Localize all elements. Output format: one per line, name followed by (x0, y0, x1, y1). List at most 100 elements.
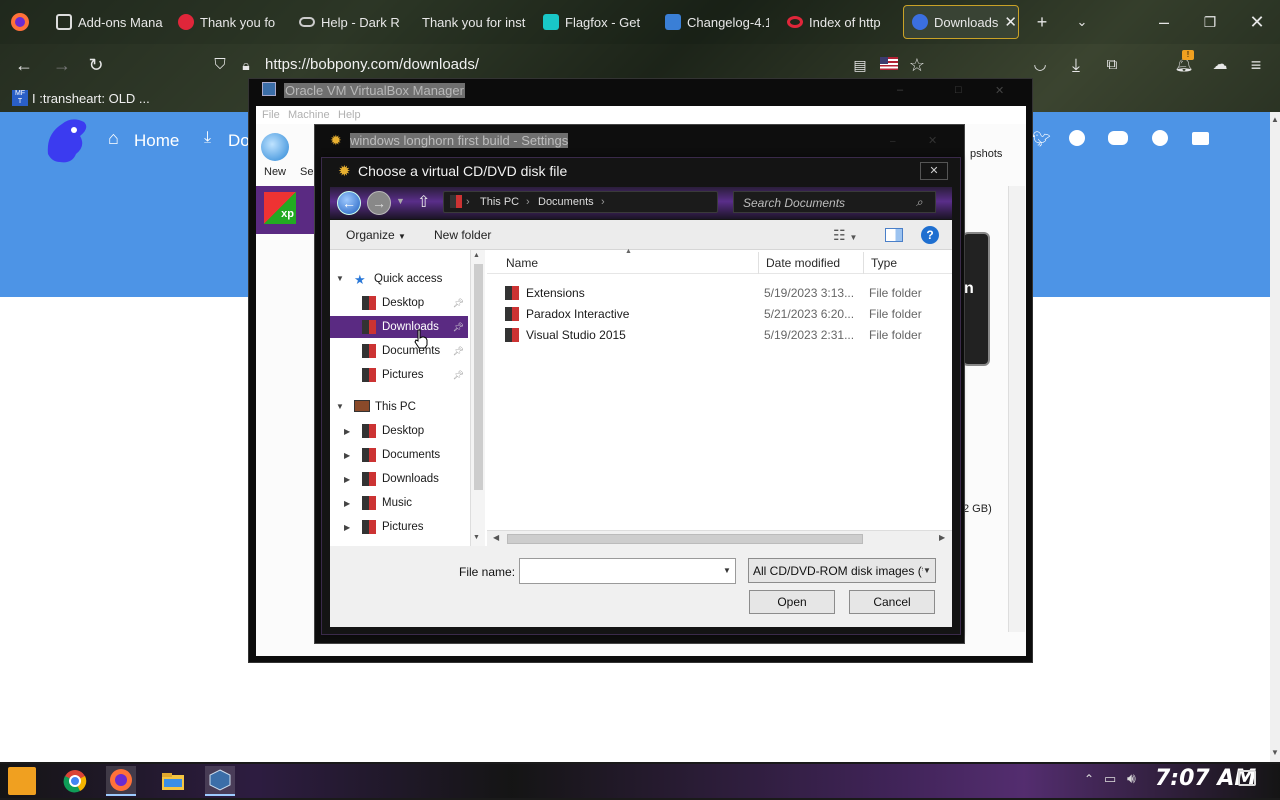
chevron-down-icon[interactable]: ▼ (723, 566, 731, 575)
column-type[interactable]: Type (863, 252, 952, 274)
vbox-minimize-icon[interactable]: – (897, 84, 903, 96)
scroll-up-icon[interactable]: ▲ (473, 252, 480, 259)
nav-this-pc[interactable]: This PC (375, 401, 416, 413)
breadcrumb-this-pc[interactable]: This PC (480, 196, 519, 208)
nav-pc-downloads[interactable]: ▶ Downloads (330, 468, 468, 490)
settings-minimize-icon[interactable]: – (890, 136, 896, 147)
file-row[interactable]: Extensions 5/19/2023 3:13... File folder (505, 282, 950, 303)
expand-arrow-icon[interactable]: ▶ (344, 499, 362, 508)
nav-item-downloads[interactable]: Downloads 📌︎ (330, 316, 468, 338)
shield-icon[interactable]: ⛉ (208, 53, 232, 77)
github-icon[interactable] (1152, 130, 1168, 146)
minimize-window-icon[interactable]: – (1152, 10, 1176, 34)
tab-list-chevron-icon[interactable]: ⌄ (1070, 10, 1094, 34)
firefox-menu-icon[interactable] (10, 12, 30, 32)
pin-icon[interactable]: 📌︎ (453, 298, 464, 309)
volume-icon[interactable]: 🔊︎ (1127, 770, 1136, 787)
bookmark-star-icon[interactable]: ☆ (905, 53, 929, 77)
file-row[interactable]: Paradox Interactive 5/21/2023 6:20... Fi… (505, 303, 950, 324)
pin-icon[interactable]: 📌︎ (453, 346, 464, 357)
new-vm-icon[interactable] (261, 133, 289, 161)
downloads-icon[interactable]: ⤓ (1064, 53, 1088, 77)
mastodon-icon[interactable] (1069, 130, 1085, 146)
nav-pc-music[interactable]: ▶ Music (330, 492, 468, 514)
page-scrollbar[interactable] (1270, 112, 1280, 762)
nav-home[interactable]: Home (134, 131, 179, 151)
settings-close-icon[interactable]: ✕ (928, 134, 937, 147)
nav-pc-pictures[interactable]: ▶ Pictures (330, 516, 468, 538)
bobpony-logo[interactable] (42, 114, 92, 166)
vbox-close-icon[interactable]: ✕ (995, 84, 1004, 97)
scroll-down-icon[interactable]: ▼ (473, 534, 480, 541)
twitter-icon[interactable]: 🐦︎ (1032, 130, 1051, 148)
pin-icon[interactable]: 📌︎ (453, 322, 464, 333)
up-folder-icon[interactable]: ⇧ (417, 192, 430, 212)
file-type-filter[interactable]: All CD/DVD-ROM disk images (* ▼ (748, 558, 936, 583)
nav-quick-access[interactable]: Quick access (374, 273, 442, 285)
settings-button[interactable]: Se (300, 166, 313, 178)
tab-help-dark-reader[interactable]: Help - Dark R (299, 0, 409, 44)
vbox-details-scrollbar[interactable] (1008, 186, 1025, 632)
new-folder-button[interactable]: New folder (434, 228, 491, 242)
column-name[interactable]: Name (506, 252, 756, 274)
start-button-icon[interactable] (8, 767, 36, 795)
open-button[interactable]: Open (749, 590, 835, 614)
expand-chevron-icon[interactable]: ▼ (336, 402, 344, 411)
nav-scroll-thumb[interactable] (474, 264, 483, 490)
new-tab-icon[interactable]: + (1030, 10, 1054, 34)
chrome-icon[interactable] (60, 766, 90, 796)
expand-arrow-icon[interactable]: ▶ (344, 451, 362, 460)
tab-addons[interactable]: Add-ons Mana (56, 0, 166, 44)
url-field[interactable]: https://bobpony.com/downloads/ (265, 56, 479, 73)
breadcrumb-documents[interactable]: Documents (538, 196, 594, 208)
close-tab-icon[interactable]: ✕ (1004, 13, 1017, 31)
tray-expand-chevron-icon[interactable]: ⌃ (1084, 772, 1094, 786)
tab-index-of[interactable]: Index of http (787, 0, 891, 44)
virtualbox-taskbar-icon[interactable] (205, 766, 235, 796)
reload-icon[interactable]: ↻ (84, 53, 108, 77)
back-arrow-icon[interactable]: ← (337, 191, 361, 215)
preview-pane-icon[interactable] (885, 228, 903, 242)
expand-arrow-icon[interactable]: ▶ (344, 475, 362, 484)
new-vm-button[interactable]: New (264, 166, 286, 178)
view-options-icon[interactable]: ☷ ▼ (833, 227, 857, 244)
scroll-down-icon[interactable]: ▼ (1271, 748, 1279, 757)
nav-item-documents[interactable]: Documents 📌︎ (330, 340, 468, 362)
extensions-icon[interactable]: ⧉ (1100, 53, 1124, 77)
action-center-icon[interactable] (1238, 770, 1256, 786)
tab-thank-you[interactable]: Thank you fo (178, 0, 283, 44)
forward-icon[interactable]: → (50, 53, 74, 77)
recent-locations-chevron-icon[interactable]: ▼ (396, 196, 405, 206)
close-window-icon[interactable]: ✕ (1245, 10, 1269, 34)
lock-icon[interactable]: 🔒︎ (234, 53, 258, 77)
tab-thank-you-install[interactable]: Thank you for inst (422, 0, 528, 44)
file-explorer-icon[interactable] (158, 766, 188, 796)
hamburger-menu-icon[interactable]: ≡ (1244, 53, 1268, 77)
scroll-left-icon[interactable]: ◀ (493, 533, 499, 542)
nav-item-pictures[interactable]: Pictures 📌︎ (330, 364, 468, 386)
restore-window-icon[interactable]: ❐ (1198, 10, 1222, 34)
mail-icon[interactable] (1192, 132, 1209, 145)
tab-downloads[interactable]: Downloads ✕ (903, 5, 1019, 39)
firefox-taskbar-icon[interactable] (106, 766, 136, 796)
h-scroll-thumb[interactable] (507, 534, 863, 544)
nav-downloads[interactable]: Do (228, 131, 250, 151)
discord-icon[interactable] (1108, 131, 1128, 145)
tab-changelog[interactable]: Changelog-4.1 (665, 0, 769, 44)
mask-icon[interactable]: ☁ (1208, 53, 1232, 77)
column-date-modified[interactable]: Date modified (758, 252, 863, 274)
cancel-button[interactable]: Cancel (849, 590, 935, 614)
menu-file[interactable]: File (262, 109, 280, 121)
snapshots-label[interactable]: pshots (970, 148, 1002, 160)
tab-flagfox[interactable]: Flagfox - Get (543, 0, 648, 44)
expand-arrow-icon[interactable]: ▶ (344, 427, 362, 436)
network-icon[interactable]: ▭ (1104, 771, 1116, 787)
file-name-input[interactable]: ▼ (519, 558, 736, 584)
nav-pane-scrollbar[interactable]: ▲ ▼ (470, 250, 485, 546)
flag-icon[interactable] (880, 57, 898, 70)
search-icon[interactable]: ⌕ (916, 195, 923, 210)
nav-pc-documents[interactable]: ▶ Documents (330, 444, 468, 466)
search-input[interactable]: Search Documents ⌕ (733, 191, 936, 213)
pocket-icon[interactable]: ◡ (1028, 53, 1052, 77)
reader-view-icon[interactable]: ▤ (848, 53, 872, 77)
